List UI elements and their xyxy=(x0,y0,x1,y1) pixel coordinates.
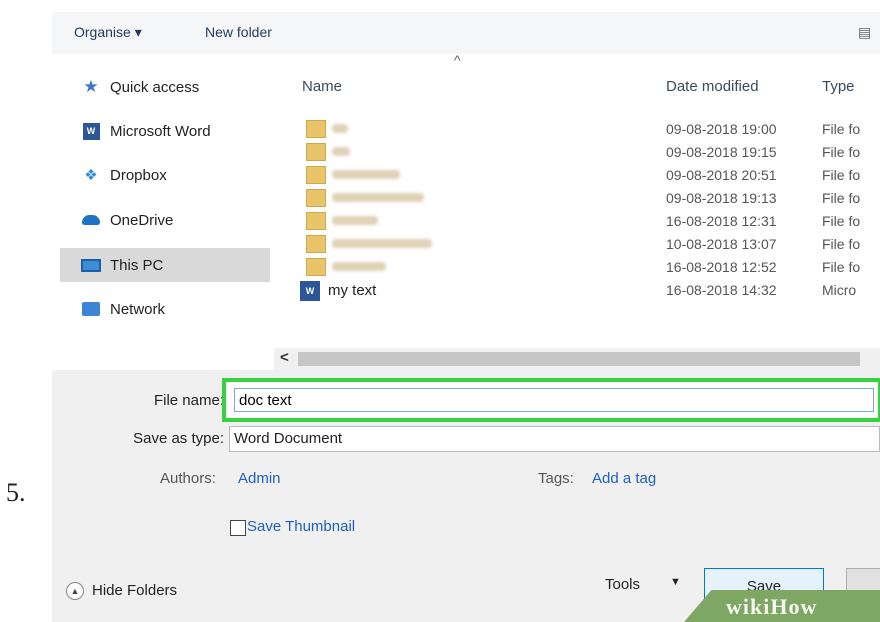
file-list: ^ Name Date modified Type 09-08-2018 19:… xyxy=(282,52,880,370)
date-modified: 16-08-2018 12:31 xyxy=(666,213,777,229)
browser-pane: ★ Quick access W Microsoft Word ❖ Dropbo… xyxy=(52,52,880,370)
word-icon: W xyxy=(80,122,102,140)
blurred-file-name xyxy=(332,124,348,133)
date-modified: 09-08-2018 19:13 xyxy=(666,190,777,206)
blurred-file-name xyxy=(332,147,350,156)
step-number: 5. xyxy=(6,478,26,507)
nav-item-this-pc[interactable]: This PC xyxy=(60,248,270,282)
nav-item-quick-access[interactable]: ★ Quick access xyxy=(60,70,270,104)
table-row[interactable]: 16-08-2018 12:52 File fo xyxy=(282,256,880,280)
wikihow-watermark: wikiHow xyxy=(684,590,880,622)
file-name-label: File name: xyxy=(153,392,224,409)
save-as-type-label: Save as type: xyxy=(133,430,224,447)
file-type: File fo xyxy=(822,121,861,137)
navigation-pane: ★ Quick access W Microsoft Word ❖ Dropbo… xyxy=(52,54,274,370)
table-row[interactable]: 09-08-2018 19:15 File fo xyxy=(282,141,880,165)
star-icon: ★ xyxy=(83,77,99,96)
folder-icon xyxy=(306,143,326,161)
hide-folders-button[interactable]: Hide Folders xyxy=(92,582,177,599)
network-icon xyxy=(80,300,102,318)
new-folder-button[interactable]: New folder xyxy=(205,24,272,40)
view-options-icon[interactable]: ▤ xyxy=(858,24,871,41)
file-type: File fo xyxy=(822,190,861,206)
file-type: Micro xyxy=(822,282,857,298)
save-as-dialog: Organise ▾ New folder ▤ ★ Quick access W… xyxy=(52,12,880,622)
table-row[interactable]: 10-08-2018 13:07 File fo xyxy=(282,233,880,257)
column-header-name[interactable]: Name xyxy=(302,78,342,95)
file-type: File fo xyxy=(822,213,861,229)
authors-value[interactable]: Admin xyxy=(238,470,281,487)
blurred-file-name xyxy=(332,193,424,202)
folder-icon xyxy=(306,166,326,184)
horizontal-scrollbar[interactable]: < xyxy=(274,348,880,370)
blurred-file-name xyxy=(332,239,432,248)
blurred-file-name xyxy=(332,262,386,271)
file-type: File fo xyxy=(822,144,861,160)
table-row[interactable]: 09-08-2018 19:13 File fo xyxy=(282,187,880,211)
file-name: my text xyxy=(328,282,377,299)
nav-item-label: Network xyxy=(110,300,166,318)
save-thumbnail-checkbox[interactable] xyxy=(230,520,246,536)
nav-item-label: Microsoft Word xyxy=(110,122,211,140)
date-modified: 16-08-2018 14:32 xyxy=(666,282,777,298)
dropbox-icon: ❖ xyxy=(84,167,98,184)
folder-icon xyxy=(306,212,326,230)
file-type: File fo xyxy=(822,259,861,275)
nav-item-label: Quick access xyxy=(110,78,200,96)
nav-item-dropbox[interactable]: ❖ Dropbox xyxy=(60,158,270,192)
blurred-file-name xyxy=(332,216,378,225)
save-thumbnail-label[interactable]: Save Thumbnail xyxy=(247,518,355,535)
folder-icon xyxy=(306,120,326,138)
column-header-date-modified[interactable]: Date modified xyxy=(666,78,759,95)
nav-item-microsoft-word[interactable]: W Microsoft Word xyxy=(60,114,270,148)
blurred-file-name xyxy=(332,170,400,179)
file-type: File fo xyxy=(822,167,861,183)
file-name-input[interactable] xyxy=(234,388,874,412)
computer-icon xyxy=(80,256,102,274)
folder-icon xyxy=(306,258,326,276)
nav-item-label: This PC xyxy=(110,256,164,274)
date-modified: 09-08-2018 19:00 xyxy=(666,121,777,137)
date-modified: 09-08-2018 19:15 xyxy=(666,144,777,160)
table-row[interactable]: 09-08-2018 20:51 File fo xyxy=(282,164,880,188)
sort-ascending-icon: ^ xyxy=(454,52,461,68)
date-modified: 16-08-2018 12:52 xyxy=(666,259,777,275)
organise-button[interactable]: Organise ▾ xyxy=(74,24,142,41)
column-header-type[interactable]: Type xyxy=(822,78,855,95)
save-form: File name: Save as type: Word Document A… xyxy=(52,370,880,622)
nav-item-label: Dropbox xyxy=(110,166,167,184)
scroll-left-icon[interactable]: < xyxy=(280,349,289,366)
save-as-type-select[interactable]: Word Document xyxy=(229,426,880,452)
table-row[interactable]: W my text 16-08-2018 14:32 Micro xyxy=(282,279,880,303)
file-type: File fo xyxy=(822,236,861,252)
nav-item-network[interactable]: Network xyxy=(60,292,270,326)
scrollbar-thumb[interactable] xyxy=(298,352,860,366)
folder-icon xyxy=(306,235,326,253)
add-tag-link[interactable]: Add a tag xyxy=(592,470,656,487)
nav-item-label: OneDrive xyxy=(110,211,174,229)
toolbar: Organise ▾ New folder ▤ xyxy=(52,12,880,54)
folder-icon xyxy=(306,189,326,207)
word-document-icon: W xyxy=(300,281,320,301)
cloud-icon xyxy=(80,211,102,229)
table-row[interactable]: 09-08-2018 19:00 File fo xyxy=(282,118,880,142)
tools-menu[interactable]: Tools xyxy=(605,576,640,593)
nav-item-onedrive[interactable]: OneDrive xyxy=(60,203,270,237)
tags-label: Tags: xyxy=(538,470,574,487)
date-modified: 09-08-2018 20:51 xyxy=(666,167,777,183)
chevron-down-icon[interactable]: ▼ xyxy=(670,576,681,588)
hide-folders-icon[interactable]: ▲ xyxy=(66,582,84,600)
file-name-highlight xyxy=(222,378,880,422)
authors-label: Authors: xyxy=(160,470,216,487)
date-modified: 10-08-2018 13:07 xyxy=(666,236,777,252)
watermark-text: wikiHow xyxy=(726,594,818,619)
table-row[interactable]: 16-08-2018 12:31 File fo xyxy=(282,210,880,234)
